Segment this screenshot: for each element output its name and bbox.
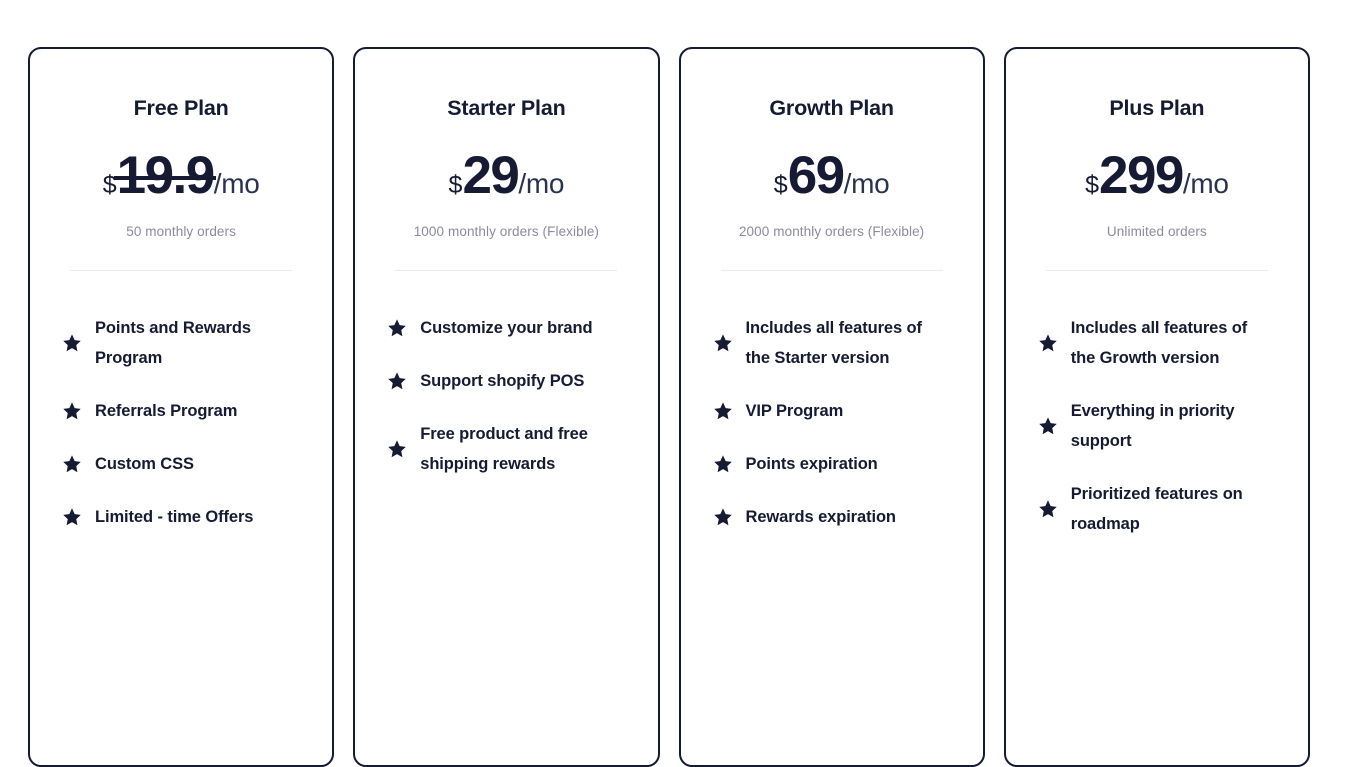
plan-orders-note: 2000 monthly orders (Flexible) — [738, 224, 925, 239]
star-icon — [387, 318, 407, 338]
feature-item: VIP Program — [713, 396, 965, 426]
feature-label: Rewards expiration — [745, 508, 897, 526]
price-currency-symbol: $ — [448, 171, 463, 199]
feature-item: Referrals Program — [62, 396, 314, 426]
feature-label: Support shopify POS — [420, 372, 585, 390]
plan-title: Starter Plan — [447, 96, 566, 120]
price-period: /mo — [213, 168, 260, 199]
plan-price: $69/mo — [774, 149, 890, 202]
feature-label: VIP Program — [745, 402, 844, 420]
feature-label: Referrals Program — [95, 402, 238, 420]
plan-feature-list: Customize your brand Support shopify POS F… — [373, 313, 639, 479]
feature-label: Includes all features of the Growth vers… — [1070, 319, 1248, 367]
feature-label: Customize your brand — [420, 319, 593, 337]
price-currency-symbol: $ — [1085, 171, 1099, 199]
plan-orders-note: 1000 monthly orders (Flexible) — [413, 224, 600, 239]
star-icon — [713, 333, 733, 353]
plan-feature-list: Includes all features of the Growth vers… — [1024, 313, 1290, 539]
feature-item: Everything in priority support — [1038, 396, 1290, 456]
price-currency-symbol: $ — [773, 171, 788, 199]
plan-feature-list: Includes all features of the Starter ver… — [699, 313, 965, 532]
star-icon — [713, 401, 733, 421]
feature-label: Includes all features of the Starter ver… — [745, 319, 923, 367]
feature-item: Custom CSS — [62, 449, 314, 479]
plan-title: Free Plan — [133, 96, 229, 120]
plan-title: Plus Plan — [1109, 96, 1205, 120]
star-icon — [713, 507, 733, 527]
plan-price: $19.9/mo — [103, 149, 260, 202]
plan-price: $29/mo — [449, 149, 565, 202]
plan-card[interactable]: Growth Plan $69/mo 2000 monthly orders (Fl… — [678, 47, 985, 767]
card-divider — [395, 270, 618, 271]
star-icon — [62, 507, 82, 527]
plan-card[interactable]: Plus Plan $299/mo Unlimited orders Includes… — [1003, 47, 1310, 767]
feature-item: Points expiration — [713, 449, 965, 479]
price-period: /mo — [843, 168, 890, 199]
feature-label: Everything in priority support — [1070, 402, 1235, 450]
star-icon — [62, 454, 82, 474]
feature-item: Includes all features of the Growth vers… — [1038, 313, 1290, 373]
plan-card[interactable]: Free Plan $19.9/mo 50 monthly orders Points… — [28, 47, 335, 767]
feature-item: Includes all features of the Starter ver… — [713, 313, 965, 373]
feature-label: Limited - time Offers — [95, 508, 254, 526]
feature-label: Points expiration — [745, 455, 878, 473]
feature-item: Rewards expiration — [713, 502, 965, 532]
feature-item: Free product and free shipping rewards — [387, 419, 639, 479]
feature-label: Custom CSS — [95, 455, 194, 473]
feature-label: Points and Rewards Program — [95, 319, 251, 367]
star-icon — [387, 439, 407, 459]
feature-item: Limited - time Offers — [62, 502, 314, 532]
plan-feature-list: Points and Rewards Program Referrals Prog… — [48, 313, 314, 532]
feature-item: Support shopify POS — [387, 366, 639, 396]
star-icon — [1038, 416, 1058, 436]
plan-card[interactable]: Starter Plan $29/mo 1000 monthly orders (F… — [353, 47, 660, 767]
feature-item: Points and Rewards Program — [62, 313, 314, 373]
plan-title: Growth Plan — [769, 96, 894, 120]
feature-item: Customize your brand — [387, 313, 639, 343]
card-divider — [1045, 270, 1268, 271]
star-icon — [387, 371, 407, 391]
price-period: /mo — [518, 168, 565, 199]
price-period: /mo — [1182, 168, 1229, 199]
star-icon — [62, 333, 82, 353]
star-icon — [1038, 499, 1058, 519]
pricing-plans-grid: Free Plan $19.9/mo 50 monthly orders Points… — [28, 47, 1310, 767]
card-divider — [70, 270, 293, 271]
price-amount-strikethrough: 19.9 — [113, 146, 216, 205]
plan-orders-note: 50 monthly orders — [126, 224, 236, 239]
star-icon — [713, 454, 733, 474]
plan-orders-note: Unlimited orders — [1106, 224, 1207, 239]
star-icon — [1038, 333, 1058, 353]
feature-label: Free product and free shipping rewards — [420, 425, 588, 473]
price-amount: 69 — [787, 146, 845, 205]
price-amount: 299 — [1098, 146, 1184, 205]
star-icon — [62, 401, 82, 421]
feature-label: Prioritized features on roadmap — [1070, 485, 1243, 533]
plan-price: $299/mo — [1085, 149, 1229, 202]
card-divider — [720, 270, 943, 271]
price-amount: 29 — [462, 146, 519, 205]
feature-item: Prioritized features on roadmap — [1038, 479, 1290, 539]
